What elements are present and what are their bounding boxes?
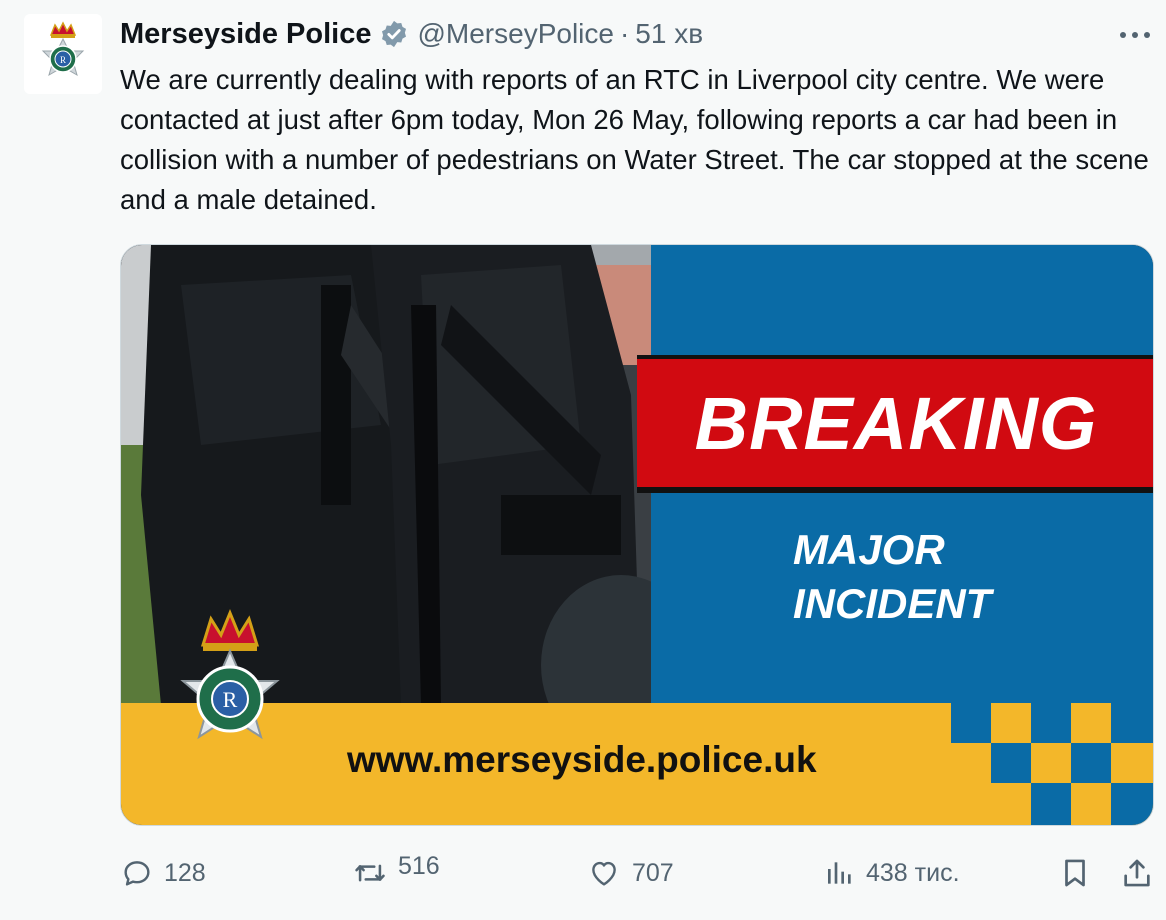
- author-avatar[interactable]: R: [24, 14, 102, 94]
- repost-icon: [355, 864, 385, 882]
- tweet-actions: 128 516 707 438 тис.: [120, 848, 1160, 898]
- views-button[interactable]: 438 тис.: [824, 848, 960, 898]
- breaking-banner: BREAKING: [637, 355, 1153, 493]
- share-button[interactable]: [1120, 848, 1154, 898]
- major-incident-text: MAJOR INCIDENT: [793, 523, 1133, 631]
- svg-text:R: R: [223, 687, 238, 712]
- like-count: 707: [632, 858, 674, 887]
- repost-button[interactable]: 516: [352, 848, 440, 898]
- police-website-url: www.merseyside.police.uk: [347, 739, 817, 780]
- more-icon[interactable]: [1118, 20, 1152, 50]
- tweet-media-image[interactable]: R BREAKING MAJOR INCIDENT www.merseyside…: [120, 244, 1154, 826]
- views-icon: [828, 862, 851, 884]
- author-name[interactable]: Merseyside Police: [120, 18, 371, 51]
- reply-count: 128: [164, 858, 206, 887]
- tweet-header: Merseyside Police @MerseyPolice · 51 хв: [120, 16, 703, 52]
- separator-dot: ·: [619, 18, 630, 49]
- like-button[interactable]: 707: [586, 848, 674, 898]
- merseyside-police-crest-icon: R: [180, 609, 280, 740]
- repost-count: 516: [398, 851, 440, 880]
- tweet-text: We are currently dealing with reports of…: [120, 64, 1149, 215]
- reply-icon: [124, 861, 150, 886]
- svg-text:R: R: [60, 55, 66, 65]
- share-icon: [1124, 859, 1150, 887]
- bookmark-icon: [1065, 859, 1085, 887]
- author-handle[interactable]: @MerseyPolice: [417, 18, 613, 50]
- tweet-timestamp[interactable]: 51 хв: [635, 18, 703, 50]
- bookmark-button[interactable]: [1058, 848, 1092, 898]
- major-line-1: MAJOR: [793, 526, 945, 573]
- like-icon: [592, 861, 616, 886]
- police-crest-icon: R: [41, 21, 85, 77]
- breaking-text: BREAKING: [694, 381, 1098, 465]
- reply-button[interactable]: 128: [120, 848, 206, 898]
- views-count: 438 тис.: [866, 858, 960, 887]
- verified-icon[interactable]: [379, 19, 409, 49]
- major-line-2: INCIDENT: [793, 580, 992, 627]
